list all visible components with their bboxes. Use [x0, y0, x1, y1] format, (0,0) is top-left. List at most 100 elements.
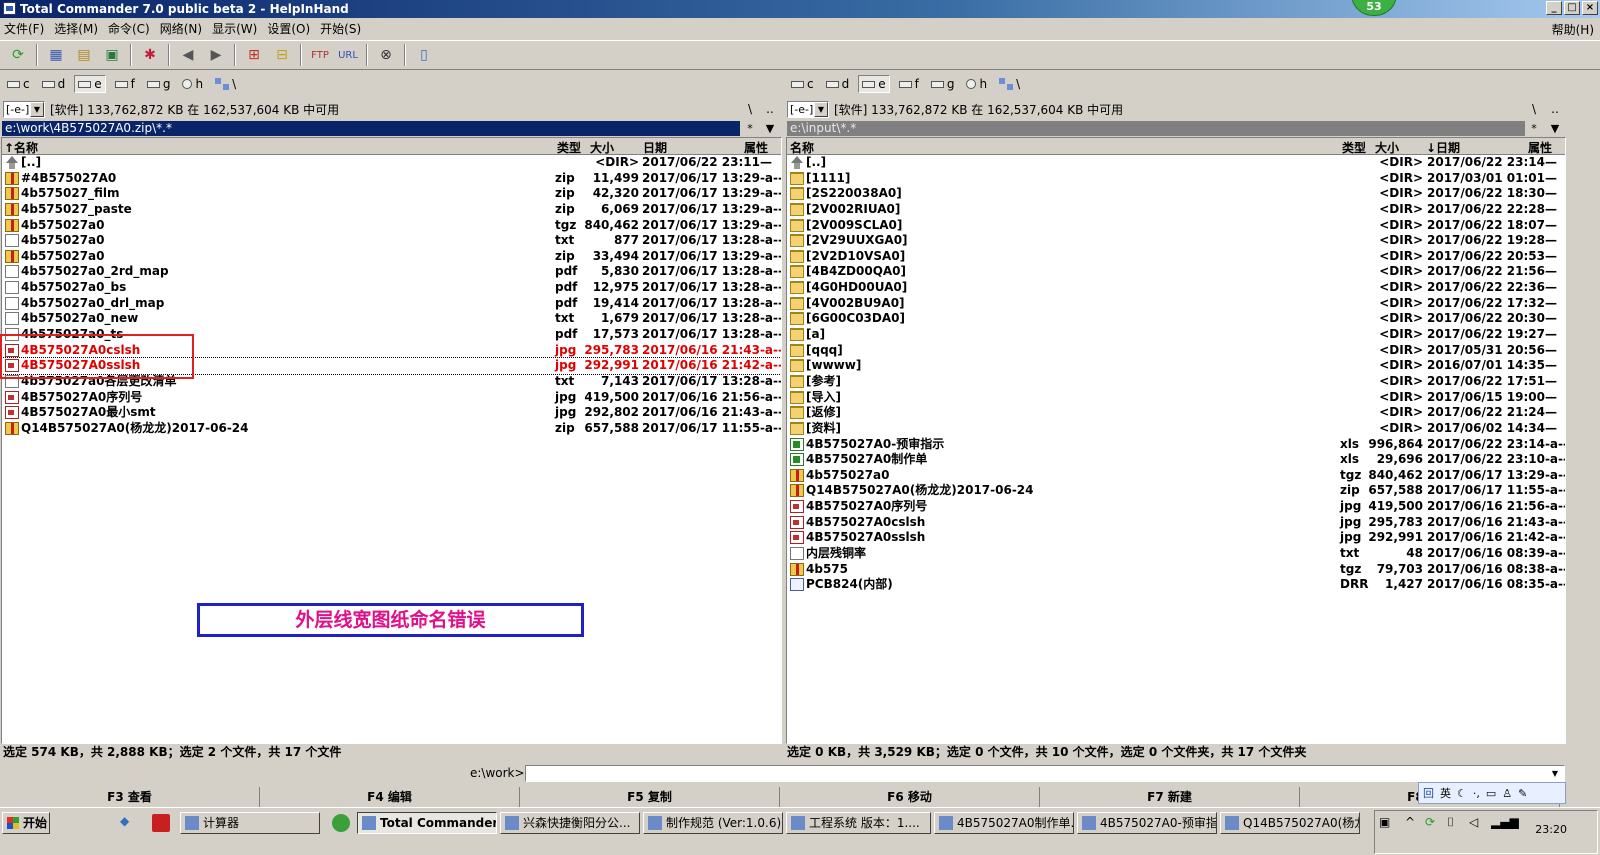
- drive-h-button[interactable]: h: [179, 75, 206, 93]
- app-icon[interactable]: [3, 2, 16, 15]
- file-row[interactable]: 4b575027a0 tgz 840,462 2017/06/17 13:29-a--: [787, 468, 1565, 484]
- file-row[interactable]: 4B575027A0sslsh jpg 292,991 2017/06/16 21:4…: [2, 357, 781, 375]
- column-attr-header[interactable]: 属性: [1528, 139, 1552, 156]
- column-date-header[interactable]: 日期: [643, 139, 667, 156]
- update-icon[interactable]: ⟳: [1425, 815, 1435, 829]
- left-file-panel[interactable]: ↑名称 类型 大小 日期 属性 [..] <DIR> 2017/06/22 23:1…: [1, 137, 782, 744]
- file-row[interactable]: [qqq] <DIR> 2017/05/31 20:56—: [787, 343, 1565, 359]
- file-row[interactable]: [2V29UUXGA0] <DIR> 2017/06/22 19:28—: [787, 233, 1565, 249]
- close-button[interactable]: ×: [1582, 1, 1598, 15]
- file-row[interactable]: Q14B575027A0(杨龙龙)2017-06-24 zip 657,588 201…: [787, 483, 1565, 499]
- signal-icon[interactable]: ▂▄▆: [1491, 815, 1519, 829]
- moon-icon[interactable]: ☾: [1457, 787, 1467, 800]
- drive-g-button[interactable]: g: [144, 75, 174, 93]
- file-row[interactable]: [4V002BU9A0] <DIR> 2017/06/22 17:32—: [787, 296, 1565, 312]
- file-row[interactable]: 4b575027a0 txt 877 2017/06/17 13:28-a--: [2, 233, 781, 249]
- f3-view-button[interactable]: F3 查看: [0, 787, 260, 807]
- file-row[interactable]: 4b575027_film zip 42,320 2017/06/17 13:29-a…: [2, 186, 781, 202]
- settings-icon[interactable]: ✎: [1518, 787, 1527, 800]
- file-row[interactable]: [4B4ZD00QA0] <DIR> 2017/06/22 21:56—: [787, 264, 1565, 280]
- menu-help[interactable]: 帮助(H): [1552, 21, 1594, 38]
- chevron-down-icon[interactable]: ▼: [814, 101, 828, 117]
- right-path-bar[interactable]: e:\input\*.*: [787, 121, 1525, 136]
- right-history-button[interactable]: ▼: [1546, 121, 1564, 136]
- left-history-button[interactable]: ▼: [761, 121, 779, 136]
- command-input[interactable]: [525, 765, 1565, 782]
- unpack-files-icon[interactable]: ⊟: [270, 43, 294, 67]
- column-size-header[interactable]: 大小: [1375, 139, 1399, 156]
- task-image-viewer[interactable]: Q14B575027A0(杨龙...: [1220, 812, 1360, 834]
- file-row[interactable]: 4b575027_paste zip 6,069 2017/06/17 13:29-a…: [2, 202, 781, 218]
- punctuation-icon[interactable]: ·,: [1473, 787, 1480, 800]
- quicklaunch-pdf-icon[interactable]: [152, 814, 170, 832]
- file-row[interactable]: 4B575027A0sslsh jpg 292,991 2017/06/16 21:4…: [787, 530, 1565, 546]
- task-spreadsheet-2[interactable]: 4B575027A0-预审指...: [1077, 812, 1217, 834]
- pack-files-icon[interactable]: ⊞: [242, 43, 266, 67]
- drive-e-button[interactable]: e: [858, 75, 890, 93]
- url-connect-icon[interactable]: URL: [336, 43, 360, 67]
- left-drive-combo[interactable]: [-e-] ▼: [3, 100, 45, 118]
- full-view-icon[interactable]: ▤: [72, 43, 96, 67]
- f6-move-button[interactable]: F6 移动: [780, 787, 1040, 807]
- f7-mkdir-button[interactable]: F7 新建: [1040, 787, 1300, 807]
- file-row[interactable]: 4b575027a0_2rd_map pdf 5,830 2017/06/17 13:…: [2, 264, 781, 280]
- right-file-panel[interactable]: 名称 类型 大小 ↓日期 属性 [..] <DIR> 2017/06/22 23:1…: [786, 137, 1566, 744]
- binoculars-search-icon[interactable]: ⊗: [374, 43, 398, 67]
- file-row[interactable]: 4b575027a0 tgz 840,462 2017/06/17 13:29-a--: [2, 218, 781, 234]
- file-row[interactable]: 4B575027A0-预审指示 xls 996,864 2017/06/22 23:1…: [787, 437, 1565, 453]
- f4-edit-button[interactable]: F4 编辑: [260, 787, 520, 807]
- quicklaunch-desktop-icon[interactable]: ◆: [120, 814, 138, 832]
- user-icon[interactable]: ♙: [1502, 787, 1512, 800]
- ftp-connect-icon[interactable]: FTP: [308, 43, 332, 67]
- refresh-icon[interactable]: ⟳: [6, 43, 30, 67]
- file-row[interactable]: [a] <DIR> 2017/06/22 19:27—: [787, 327, 1565, 343]
- task-engineering-system[interactable]: 工程系统 版本：1....: [786, 812, 931, 834]
- file-row[interactable]: 4b575 tgz 79,703 2017/06/16 08:38-a--: [787, 562, 1565, 578]
- file-row[interactable]: #4B575027A0 zip 11,499 2017/06/17 13:29-a--: [2, 171, 781, 187]
- thumbnail-view-icon[interactable]: ▣: [100, 43, 124, 67]
- menu-show[interactable]: 显示(W): [212, 20, 257, 37]
- file-row[interactable]: 4b575027a0_ts pdf 17,573 2017/06/17 13:28-a…: [2, 327, 781, 343]
- task-spreadsheet-1[interactable]: 4B575027A0制作单....: [934, 812, 1074, 834]
- left-hotlist-button[interactable]: *: [741, 121, 759, 136]
- file-row[interactable]: [2V2D10VSA0] <DIR> 2017/06/22 20:53—: [787, 249, 1565, 265]
- column-size-header[interactable]: 大小: [590, 139, 614, 156]
- task-spec-document[interactable]: 制作规范 (Ver:1.0.6): [643, 812, 783, 834]
- notification-badge[interactable]: 53: [1351, 0, 1397, 16]
- quicklaunch-ie-icon[interactable]: [332, 814, 350, 832]
- ime-language[interactable]: 英: [1440, 785, 1451, 801]
- file-row[interactable]: 4b575027a0_bs pdf 12,975 2017/06/17 13:28-a…: [2, 280, 781, 296]
- network-drive-button[interactable]: \: [212, 75, 239, 93]
- brief-view-icon[interactable]: ▦: [44, 43, 68, 67]
- file-row[interactable]: 4B575027A0制作单 xls 29,696 2017/06/22 23:10-a…: [787, 452, 1565, 468]
- menu-net[interactable]: 网络(N): [160, 20, 202, 37]
- invert-selection-icon[interactable]: ✱: [138, 43, 162, 67]
- file-row[interactable]: 4b575027a0_drl_map pdf 19,414 2017/06/17 13…: [2, 296, 781, 312]
- forward-arrow-icon[interactable]: ▶: [204, 43, 228, 67]
- column-date-header[interactable]: ↓日期: [1426, 139, 1460, 156]
- file-row[interactable]: [..] <DIR> 2017/06/22 23:11—: [2, 155, 781, 171]
- column-type-header[interactable]: 类型: [557, 139, 581, 156]
- start-button[interactable]: 开始: [2, 812, 50, 834]
- menu-select[interactable]: 选择(M): [54, 20, 98, 37]
- menu-commands[interactable]: 命令(C): [108, 20, 150, 37]
- file-row[interactable]: [2V002RIUA0] <DIR> 2017/06/22 22:28—: [787, 202, 1565, 218]
- file-row[interactable]: 4B575027A0序列号 jpg 419,500 2017/06/16 21:56-…: [2, 390, 781, 406]
- menu-file[interactable]: 文件(F): [4, 20, 44, 37]
- keyboard-icon[interactable]: ▭: [1486, 787, 1496, 800]
- file-row[interactable]: [..] <DIR> 2017/06/22 23:14—: [787, 155, 1565, 171]
- file-row[interactable]: PCB824(内部) DRR 1,427 2017/06/16 08:35-a--: [787, 577, 1565, 593]
- left-root-button[interactable]: \: [741, 100, 759, 118]
- drive-f-button[interactable]: f: [112, 75, 138, 93]
- file-row[interactable]: [6G00C03DA0] <DIR> 2017/06/22 20:30—: [787, 311, 1565, 327]
- drive-d-button[interactable]: d: [39, 75, 69, 93]
- file-row[interactable]: Q14B575027A0(杨龙龙)2017-06-24 zip 657,588 201…: [2, 421, 781, 437]
- right-parent-button[interactable]: ..: [1546, 100, 1564, 118]
- file-row[interactable]: 4B575027A0序列号 jpg 419,500 2017/06/16 21:56-…: [787, 499, 1565, 515]
- menu-start[interactable]: 开始(S): [320, 20, 361, 37]
- usb-icon[interactable]: ⌷: [1447, 815, 1454, 830]
- right-hotlist-button[interactable]: *: [1525, 121, 1543, 136]
- drive-c-button[interactable]: c: [788, 75, 817, 93]
- maximize-button[interactable]: □: [1564, 1, 1580, 15]
- task-calculator[interactable]: 计算器: [180, 812, 320, 834]
